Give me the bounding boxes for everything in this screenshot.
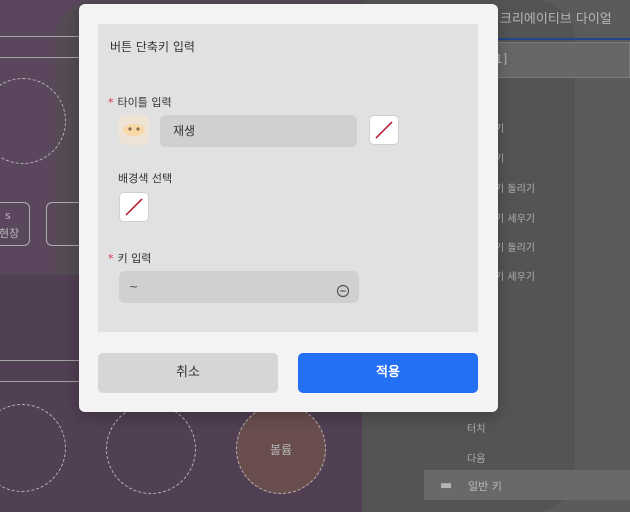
required-mark: * (108, 252, 114, 265)
shortcut-dialog: 버튼 단축키 입력 * 타이틀 입력 재생 배경색 선택 * 키 입력 ~ 취소… (79, 4, 498, 412)
title-input[interactable]: 재생 (160, 115, 357, 147)
clear-icon[interactable] (336, 279, 350, 311)
title-field-label: * 타이틀 입력 (108, 96, 172, 109)
no-color-icon (125, 198, 143, 216)
key-input[interactable]: ~ (119, 271, 359, 303)
key-field-label: * 키 입력 (108, 252, 152, 265)
bg-color-label: 배경색 선택 (118, 172, 173, 185)
dialog-title: 버튼 단축키 입력 (110, 40, 195, 54)
text-color-picker[interactable] (369, 115, 399, 145)
button-preview-image (119, 115, 149, 145)
no-color-icon (375, 121, 393, 139)
dialog-content: 버튼 단축키 입력 * 타이틀 입력 재생 배경색 선택 * 키 입력 ~ (98, 24, 478, 332)
required-mark: * (108, 96, 114, 109)
bg-color-picker[interactable] (119, 192, 149, 222)
apply-button[interactable]: 적용 (298, 353, 478, 393)
key-input-value: ~ (129, 280, 139, 293)
cancel-button[interactable]: 취소 (98, 353, 278, 393)
